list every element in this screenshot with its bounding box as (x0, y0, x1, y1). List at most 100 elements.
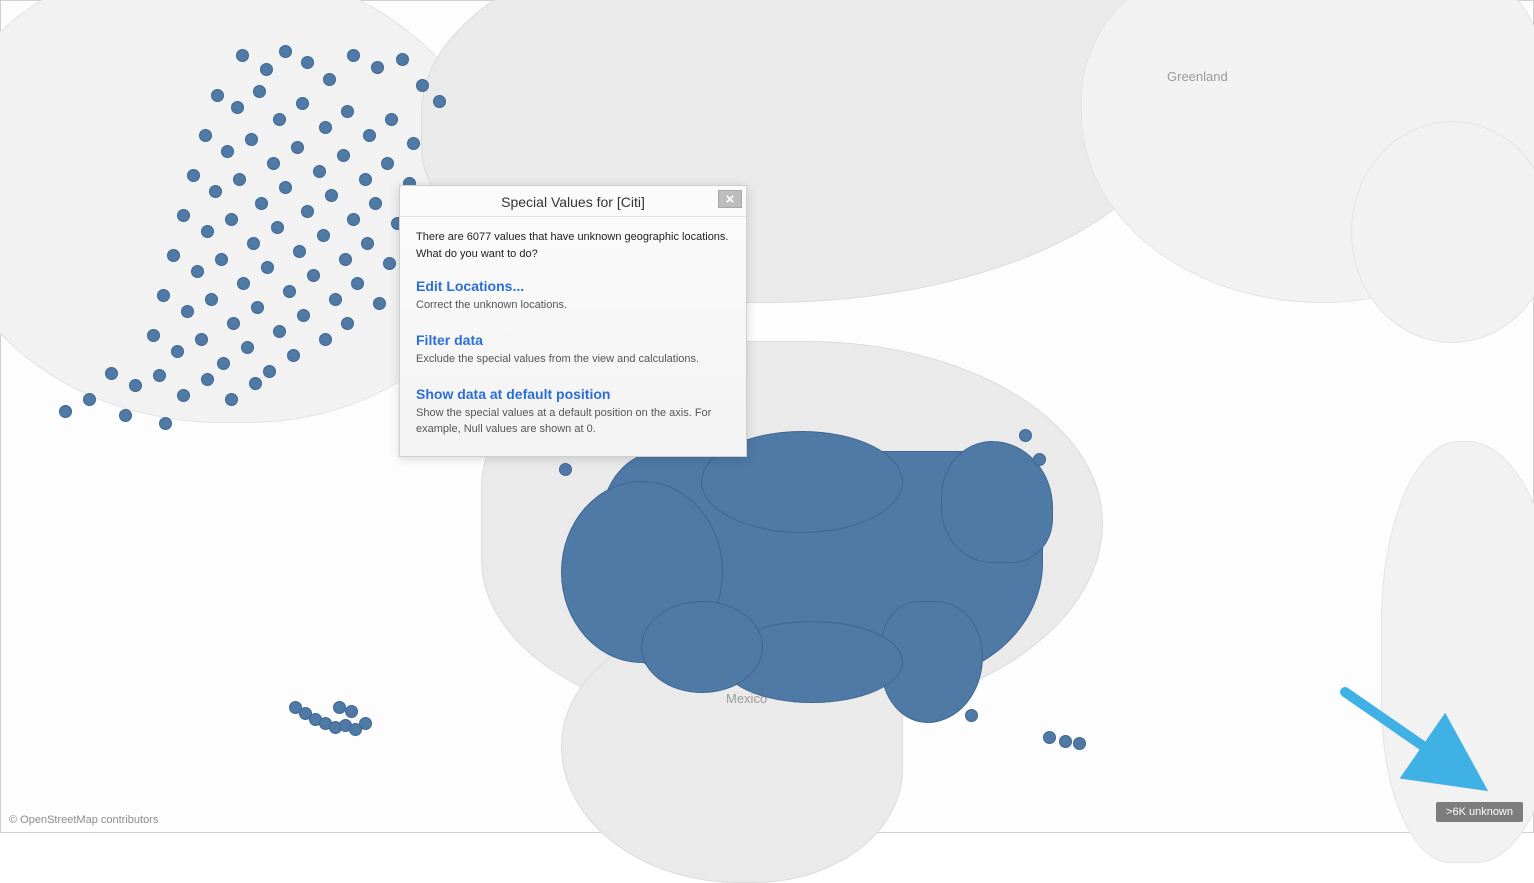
data-point (293, 245, 306, 258)
data-cluster-us-texas (641, 601, 763, 693)
data-point (359, 173, 372, 186)
data-point (307, 269, 320, 282)
data-point (319, 121, 332, 134)
data-point (221, 145, 234, 158)
data-point (273, 325, 286, 338)
data-point (225, 213, 238, 226)
special-values-dialog: Special Values for [Citi] There are 6077… (399, 185, 747, 457)
option-title[interactable]: Edit Locations... (416, 278, 730, 294)
data-point (245, 133, 258, 146)
data-point (337, 149, 350, 162)
data-point (267, 157, 280, 170)
data-point (263, 365, 276, 378)
data-point (1043, 731, 1056, 744)
data-point (361, 237, 374, 250)
option-title[interactable]: Filter data (416, 332, 730, 348)
data-point (1059, 735, 1072, 748)
data-point (217, 357, 230, 370)
data-point (195, 333, 208, 346)
data-point (559, 463, 572, 476)
data-point (119, 409, 132, 422)
data-point (167, 249, 180, 262)
data-point (209, 185, 222, 198)
land-iceland (1351, 121, 1534, 343)
data-point (345, 705, 358, 718)
data-point (225, 393, 238, 406)
data-point (319, 333, 332, 346)
data-point (1073, 737, 1086, 750)
data-point (1019, 429, 1032, 442)
data-point (385, 113, 398, 126)
data-point (273, 113, 286, 126)
option-edit-locations[interactable]: Edit Locations... Correct the unknown lo… (416, 278, 730, 314)
data-point (261, 261, 274, 274)
data-point (251, 301, 264, 314)
data-point (965, 709, 978, 722)
data-point (191, 265, 204, 278)
option-title[interactable]: Show data at default position (416, 386, 730, 402)
data-point (381, 157, 394, 170)
option-desc: Correct the unknown locations. (416, 298, 730, 314)
data-point (153, 369, 166, 382)
data-point (339, 253, 352, 266)
data-point (301, 205, 314, 218)
data-point (177, 209, 190, 222)
data-point (396, 53, 409, 66)
data-point (433, 95, 446, 108)
data-point (341, 317, 354, 330)
data-point (363, 129, 376, 142)
unknown-values-indicator[interactable]: >6K unknown (1436, 802, 1523, 822)
data-point (105, 367, 118, 380)
map-attribution: © OpenStreetMap contributors (9, 814, 158, 826)
data-point (157, 289, 170, 302)
data-point (351, 277, 364, 290)
option-show-default-position[interactable]: Show data at default position Show the s… (416, 386, 730, 438)
option-filter-data[interactable]: Filter data Exclude the special values f… (416, 332, 730, 368)
dialog-body: There are 6077 values that have unknown … (400, 217, 746, 456)
data-point (260, 63, 273, 76)
dialog-message-line1: There are 6077 values that have unknown … (416, 229, 730, 246)
data-point (129, 379, 142, 392)
data-point (287, 349, 300, 362)
data-point (369, 197, 382, 210)
dialog-message: There are 6077 values that have unknown … (416, 229, 730, 262)
data-point (347, 213, 360, 226)
close-icon (726, 195, 734, 203)
data-point (247, 237, 260, 250)
map-canvas[interactable]: Greenland Mexico © OpenStreetMap contrib… (1, 1, 1533, 832)
data-point (181, 305, 194, 318)
data-point (201, 373, 214, 386)
data-point (249, 377, 262, 390)
data-point (237, 277, 250, 290)
land-africa-edge (1381, 441, 1534, 863)
data-point (359, 717, 372, 730)
data-point (333, 701, 346, 714)
data-point (371, 61, 384, 74)
dialog-message-line2: What do you want to do? (416, 246, 730, 263)
map-visualization-frame: Greenland Mexico © OpenStreetMap contrib… (0, 0, 1534, 833)
data-point (291, 141, 304, 154)
option-desc: Show the special values at a default pos… (416, 406, 730, 438)
data-point (373, 297, 386, 310)
data-point (279, 181, 292, 194)
data-point (236, 49, 249, 62)
data-point (1033, 453, 1046, 466)
data-point (301, 56, 314, 69)
dialog-title: Special Values for [Citi] (501, 194, 645, 210)
data-point (253, 85, 266, 98)
data-point (201, 225, 214, 238)
data-point (325, 189, 338, 202)
data-point (297, 309, 310, 322)
data-point (283, 285, 296, 298)
data-point (199, 129, 212, 142)
data-point (211, 89, 224, 102)
data-point (177, 389, 190, 402)
data-point (59, 405, 72, 418)
data-point (416, 79, 429, 92)
data-point (159, 417, 172, 430)
data-point (313, 165, 326, 178)
data-point (147, 329, 160, 342)
dialog-close-button[interactable] (718, 190, 742, 208)
data-point (317, 229, 330, 242)
data-point (215, 253, 228, 266)
